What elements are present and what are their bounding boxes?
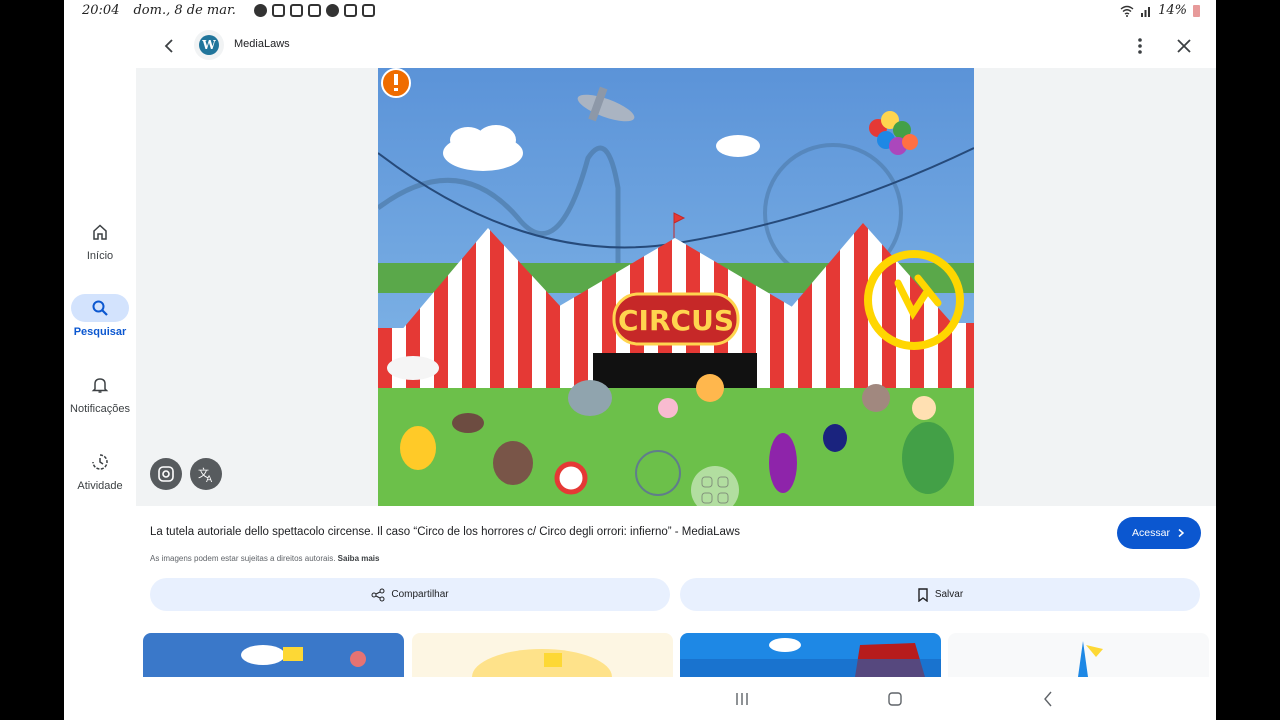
chevron-right-icon — [1178, 528, 1185, 538]
cloud — [716, 135, 760, 157]
signal-icon — [1141, 6, 1151, 17]
more-options-button[interactable] — [1130, 34, 1150, 58]
learn-more-link[interactable]: Saiba mais — [338, 554, 380, 563]
home-nav-icon — [888, 692, 902, 706]
rail-item-notifications[interactable]: Notificações — [64, 371, 136, 415]
chevron-left-icon — [164, 39, 173, 53]
rail-item-activity[interactable]: Atividade — [64, 448, 136, 492]
share-button[interactable]: Compartilhar — [150, 578, 670, 611]
lens-icon — [158, 466, 174, 482]
wordpress-logo: W — [199, 35, 219, 55]
copyright-text: As imagens podem estar sujeitas a direit… — [150, 554, 336, 563]
home-nav-button[interactable] — [885, 689, 905, 709]
rail-label-activity: Atividade — [77, 480, 123, 492]
battery-icon — [1193, 4, 1200, 17]
notification-icons — [253, 4, 375, 17]
wifi-icon — [1120, 5, 1134, 17]
circus-image[interactable]: CIRCUS — [378, 68, 974, 506]
screenshot-icon — [289, 4, 303, 17]
result-caption[interactable]: La tutela autoriale dello spettacolo cir… — [150, 526, 740, 538]
share-icon — [371, 588, 385, 601]
image-preview-panel: CIRCUS 文 A — [136, 68, 1216, 506]
back-nav-button[interactable] — [1038, 689, 1058, 709]
circus-illustration: CIRCUS — [378, 68, 974, 506]
screen-record-icon — [343, 4, 357, 17]
history-icon — [92, 454, 108, 470]
news-icon — [361, 4, 375, 17]
system-nav-bar — [64, 677, 1216, 720]
site-name[interactable]: MediaLaws — [234, 38, 290, 50]
save-label: Salvar — [934, 589, 964, 600]
copyright-notice: As imagens podem estar sujeitas a direit… — [150, 554, 379, 563]
cloud — [443, 125, 523, 171]
home-icon — [93, 224, 107, 240]
soccer-icon — [253, 4, 267, 17]
visit-label: Acessar — [1132, 527, 1170, 539]
more-vert-icon — [1138, 38, 1142, 54]
save-button[interactable]: Salvar — [680, 578, 1200, 611]
close-button[interactable] — [1172, 34, 1196, 58]
recent-apps-button[interactable] — [732, 689, 752, 709]
rail-item-search[interactable]: Pesquisar — [64, 294, 136, 338]
lens-button[interactable] — [150, 458, 182, 490]
recent-apps-icon — [736, 693, 748, 705]
translate-icon: 文A — [198, 466, 213, 483]
status-date: dom., 8 de mar. — [133, 3, 236, 18]
visit-button[interactable]: Acessar — [1117, 517, 1201, 549]
site-favicon: W — [194, 30, 224, 60]
navigation-rail: Início Pesquisar Notificações Atividade — [64, 68, 136, 628]
related-image-thumbnail[interactable] — [948, 633, 1209, 677]
related-image-thumbnail[interactable] — [412, 633, 673, 677]
share-label: Compartilhar — [391, 589, 449, 600]
bookmark-icon — [918, 587, 928, 602]
phone-screen: 20:04 dom., 8 de mar. 14% W MediaLaws In… — [64, 0, 1216, 720]
rail-label-search: Pesquisar — [73, 326, 127, 338]
related-image-thumbnail[interactable] — [680, 633, 941, 677]
search-icon — [92, 300, 108, 316]
back-button[interactable] — [158, 34, 182, 58]
battery-percent: 14% — [1158, 3, 1187, 18]
translate-button[interactable]: 文A — [190, 458, 222, 490]
related-image-thumbnail[interactable] — [143, 633, 404, 677]
app-icon — [325, 4, 339, 17]
circus-sign-text: CIRCUS — [618, 304, 734, 337]
close-icon — [1177, 39, 1191, 53]
status-time: 20:04 — [82, 3, 120, 18]
rail-label-notifications: Notificações — [70, 403, 130, 415]
rail-item-home[interactable]: Início — [64, 218, 136, 262]
gallery-icon — [307, 4, 321, 17]
rail-label-home: Início — [86, 250, 114, 262]
lock-icon — [271, 4, 285, 17]
status-bar: 20:04 dom., 8 de mar. 14% — [64, 0, 1216, 24]
viewer-header: W MediaLaws — [64, 24, 1216, 68]
bell-icon — [91, 378, 109, 393]
svg-text:A: A — [206, 475, 213, 483]
back-nav-icon — [1044, 691, 1052, 707]
